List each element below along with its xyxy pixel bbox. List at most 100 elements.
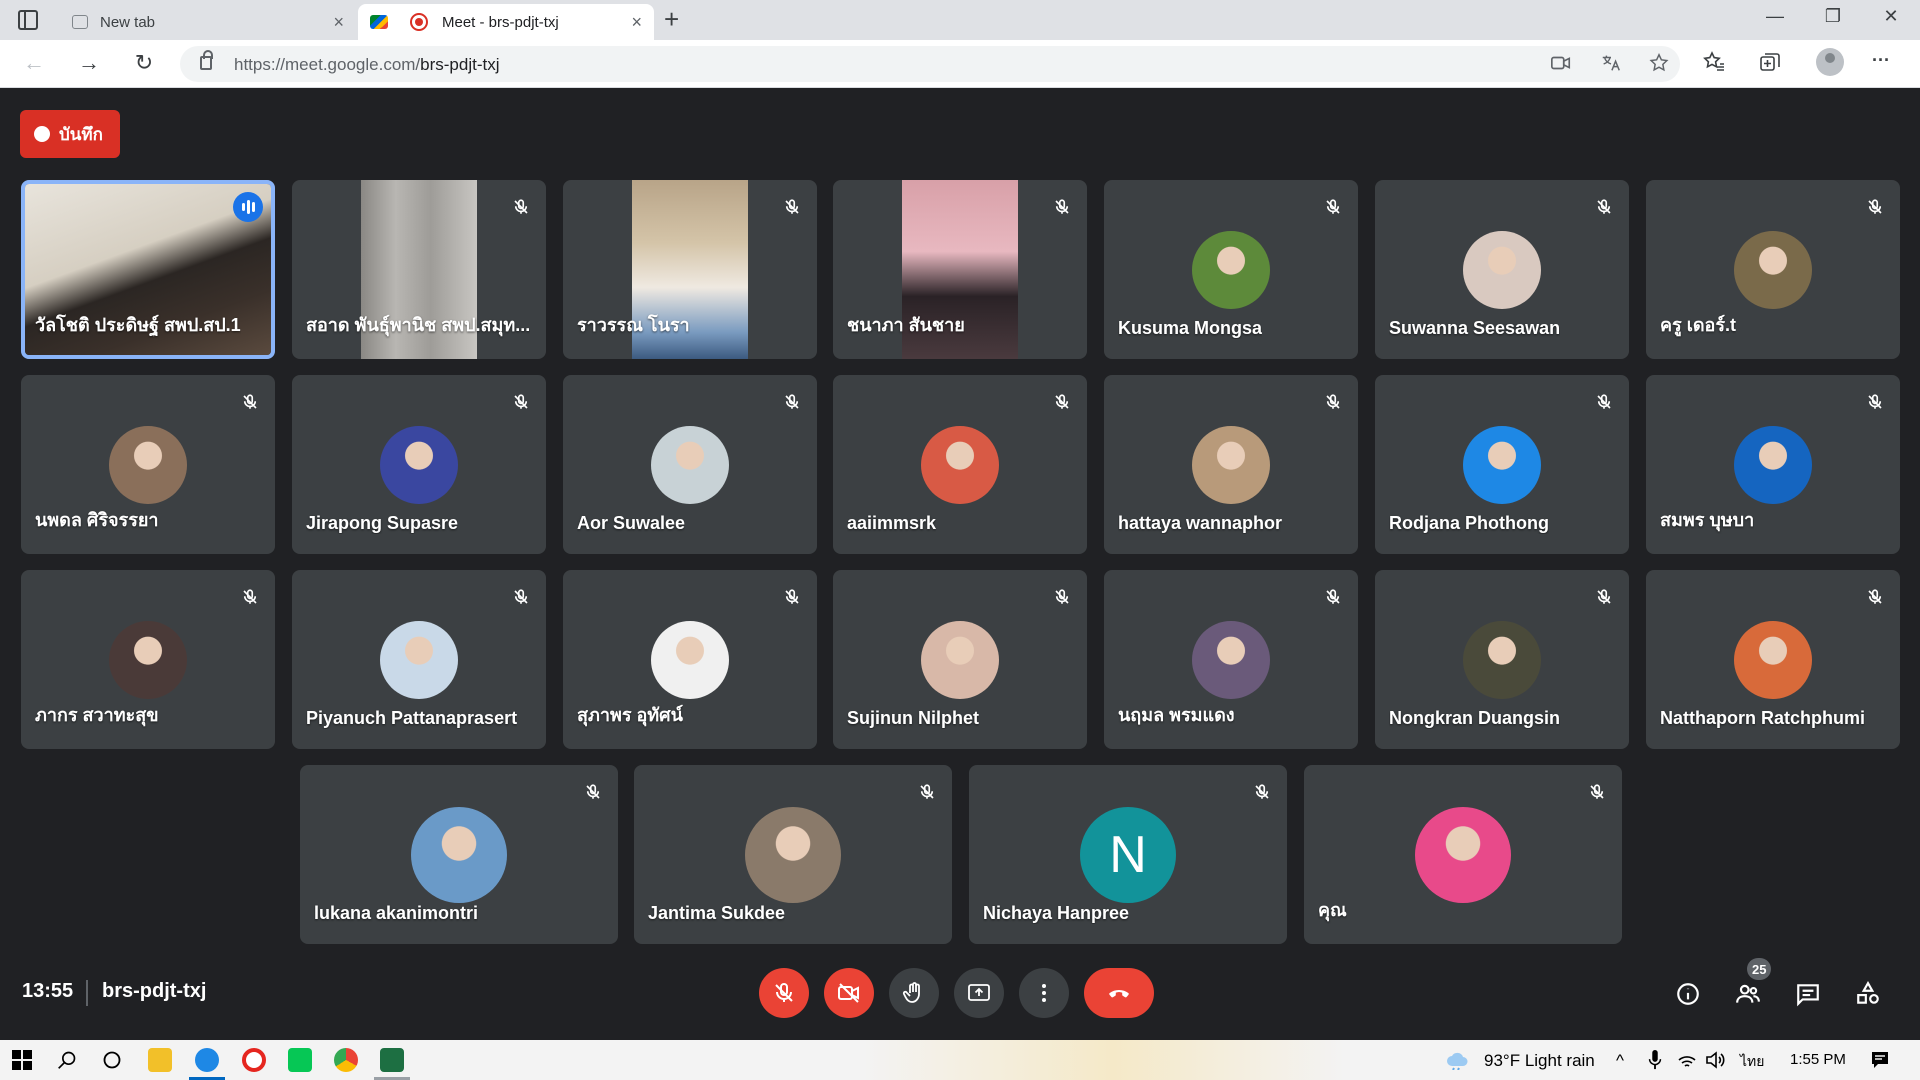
close-window-button[interactable]: ✕ [1868, 6, 1914, 27]
participant-name: สอาด พันธุ์พานิช สพป.สมุท... [306, 315, 531, 335]
favorites-icon[interactable] [1702, 50, 1726, 80]
url-host: https://meet.google.com/ [234, 55, 421, 74]
camera-icon[interactable] [1550, 52, 1572, 79]
recording-button[interactable]: บันทึก [20, 110, 120, 158]
participant-name: Jantima Sukdee [648, 903, 786, 923]
participant-tile[interactable]: N Nichaya Hanpree [969, 765, 1287, 944]
speaking-indicator-icon [233, 192, 263, 222]
windows-start-icon[interactable] [10, 1048, 34, 1072]
mic-muted-icon [1247, 777, 1277, 807]
excel-icon[interactable] [380, 1048, 404, 1072]
participant-tile[interactable]: Suwanna Seesawan [1375, 180, 1629, 359]
participant-tile[interactable]: Nongkran Duangsin [1375, 570, 1629, 749]
input-language[interactable]: ไทย [1740, 1051, 1764, 1073]
more-options-button[interactable] [1019, 968, 1069, 1018]
collections-icon[interactable] [1758, 50, 1782, 80]
participant-avatar [380, 620, 458, 699]
system-clock[interactable]: 1:55 PM [1790, 1051, 1846, 1068]
present-screen-button[interactable] [954, 968, 1004, 1018]
participant-tile[interactable]: สุภาพร อุทัศน์ [563, 570, 817, 749]
camera-off-icon [838, 983, 859, 1003]
participant-avatar [1192, 620, 1270, 699]
participant-tile[interactable]: นฤมล พรมแดง [1104, 570, 1358, 749]
participant-tile[interactable]: Jirapong Supasre [292, 375, 546, 554]
windows-taskbar: 93°F Light rain ^ ไทย 1:55 PM [0, 1040, 1920, 1080]
read-aloud-icon[interactable] [1600, 52, 1622, 79]
participant-tile[interactable]: ราวรรณ โนรา [563, 180, 817, 359]
more-icon[interactable]: ··· [1872, 50, 1890, 71]
participant-tile[interactable]: Aor Suwalee [563, 375, 817, 554]
participant-tile[interactable]: hattaya wannaphor [1104, 375, 1358, 554]
participant-tile[interactable]: Jantima Sukdee [634, 765, 952, 944]
maximize-button[interactable]: ❐ [1810, 6, 1856, 27]
participant-name: วัลโชติ ประดิษฐ์ สพป.สป.1 [35, 315, 241, 335]
participant-name: Natthaporn Ratchphumi [1660, 708, 1865, 728]
tab-title: Meet - brs-pdjt-txj [442, 13, 559, 31]
participant-tile[interactable]: สอาด พันธุ์พานิช สพป.สมุท... [292, 180, 546, 359]
address-bar[interactable]: https://meet.google.com/brs-pdjt-txj [180, 46, 1680, 82]
microphone-icon[interactable] [1646, 1048, 1664, 1072]
participant-tile[interactable]: วัลโชติ ประดิษฐ์ สพป.สป.1 [21, 180, 275, 359]
participant-tile[interactable]: Piyanuch Pattanaprasert [292, 570, 546, 749]
close-tab-icon[interactable]: × [631, 12, 642, 33]
forward-button[interactable]: → [75, 50, 103, 76]
weather-text[interactable]: 93°F Light rain [1484, 1051, 1595, 1071]
favorite-add-icon[interactable] [1648, 52, 1670, 79]
activities-button[interactable] [1852, 978, 1884, 1010]
mic-muted-icon [1047, 582, 1077, 612]
recording-icon [410, 13, 428, 31]
participant-tile[interactable]: นพดล ศิริจรรยา [21, 375, 275, 554]
wifi-icon[interactable] [1676, 1048, 1698, 1072]
mic-muted-icon [912, 777, 942, 807]
line-app-icon[interactable] [288, 1048, 312, 1072]
participant-name: aaiimmsrk [847, 513, 937, 533]
participant-tile[interactable]: Natthaporn Ratchphumi [1646, 570, 1900, 749]
file-explorer-icon[interactable] [148, 1048, 172, 1072]
participant-tile[interactable]: Kusuma Mongsa [1104, 180, 1358, 359]
participant-tile[interactable]: Rodjana Phothong [1375, 375, 1629, 554]
mic-muted-icon [1860, 387, 1890, 417]
participant-tile[interactable]: ภากร สวาทะสุข [21, 570, 275, 749]
leave-call-button[interactable] [1084, 968, 1154, 1018]
participant-letter-avatar: N [1080, 806, 1176, 903]
microphone-toggle-button[interactable] [759, 968, 809, 1018]
participant-tile[interactable]: aaiimmsrk [833, 375, 1087, 554]
mic-muted-icon [1318, 387, 1348, 417]
new-tab-page-icon [72, 15, 88, 29]
participant-tile[interactable]: คุณ [1304, 765, 1622, 944]
edge-browser-icon[interactable] [195, 1048, 219, 1072]
volume-icon[interactable] [1704, 1048, 1726, 1072]
notifications-icon[interactable] [1868, 1048, 1892, 1072]
people-button[interactable] [1732, 978, 1764, 1010]
tab-actions-icon[interactable] [18, 10, 38, 30]
search-icon[interactable] [55, 1048, 79, 1072]
lock-icon[interactable] [200, 50, 213, 70]
divider [86, 980, 88, 1006]
chat-button[interactable] [1792, 978, 1824, 1010]
back-button[interactable]: ← [20, 50, 48, 76]
camera-toggle-button[interactable] [824, 968, 874, 1018]
participant-name: คุณ [1318, 900, 1347, 920]
meeting-details-button[interactable] [1672, 978, 1704, 1010]
tab-meet[interactable]: Meet - brs-pdjt-txj × [358, 4, 654, 40]
chrome-icon[interactable] [334, 1048, 358, 1072]
close-tab-icon[interactable]: × [333, 12, 344, 33]
tab-new-tab[interactable]: New tab × [60, 4, 356, 40]
new-tab-button[interactable]: + [664, 4, 679, 35]
opera-icon[interactable] [242, 1048, 266, 1072]
mic-muted-icon [1047, 192, 1077, 222]
reload-button[interactable]: ↻ [130, 50, 158, 76]
participant-tile[interactable]: ชนาภา สันชาย [833, 180, 1087, 359]
url-text: https://meet.google.com/brs-pdjt-txj [234, 55, 500, 75]
weather-cloud-icon[interactable] [1444, 1048, 1472, 1072]
participant-name: ชนาภา สันชาย [847, 315, 965, 335]
profile-icon[interactable] [1816, 48, 1844, 76]
show-hidden-icons-chevron[interactable]: ^ [1616, 1051, 1624, 1071]
participant-tile[interactable]: lukana akanimontri [300, 765, 618, 944]
raise-hand-button[interactable] [889, 968, 939, 1018]
minimize-button[interactable]: — [1752, 6, 1798, 27]
task-view-icon[interactable] [100, 1048, 124, 1072]
participant-tile[interactable]: ครู เดอร์.t [1646, 180, 1900, 359]
participant-tile[interactable]: Sujinun Nilphet [833, 570, 1087, 749]
participant-tile[interactable]: สมพร บุษบา [1646, 375, 1900, 554]
